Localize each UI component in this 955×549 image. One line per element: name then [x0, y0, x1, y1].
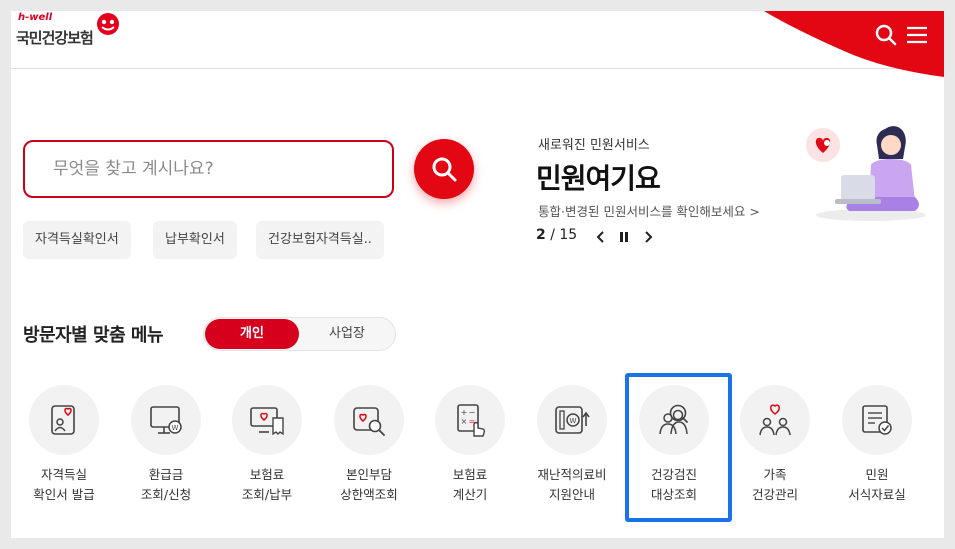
- segment-business[interactable]: 사업장: [300, 319, 394, 349]
- promo-title: 민원여기요: [536, 162, 661, 195]
- menu-icon-circle: [334, 385, 404, 455]
- svg-text:×: ×: [461, 417, 468, 426]
- header: h-well 국민건강보험: [11, 11, 944, 77]
- quick-tag-qualification[interactable]: 자격득실확인서: [23, 221, 131, 259]
- search-input[interactable]: [25, 142, 392, 196]
- quick-tag-payment[interactable]: 납부확인서: [153, 221, 237, 259]
- woman-laptop-illustration: [806, 126, 926, 221]
- search-icon[interactable]: [874, 23, 898, 47]
- pager-total: / 15: [550, 227, 578, 243]
- menu-label-line1: 환급금: [148, 467, 184, 482]
- logo-mark-icon: [97, 13, 119, 35]
- search-icon: [432, 157, 457, 182]
- logo[interactable]: h-well 국민건강보험: [16, 12, 126, 56]
- menu-label-line1: 민원: [865, 467, 889, 482]
- page-frame: h-well 국민건강보험 자격: [11, 11, 944, 538]
- menu-icon-circle: [232, 385, 302, 455]
- menu-label-line2: 건강관리: [751, 487, 798, 502]
- svg-text:−: −: [469, 408, 476, 417]
- menu-icon-circle: [842, 385, 912, 455]
- menu-label-line1: 보험료: [452, 467, 488, 482]
- pager-current: 2: [536, 227, 546, 243]
- promo-description-link[interactable]: 통합·변경된 민원서비스를 확인해보세요 >: [538, 201, 760, 220]
- menu-label: 재난적의료비 지원안내: [518, 465, 626, 505]
- visitor-menu-title: 방문자별 맞춤 메뉴: [23, 325, 164, 346]
- menu-label: 가족 건강관리: [721, 465, 829, 505]
- menu-label: 보험료 계산기: [416, 465, 524, 505]
- calculator-hand-icon: + − × =: [457, 404, 486, 437]
- menu-label-line2: 상한액조회: [340, 487, 398, 502]
- menu-item-copay-limit[interactable]: 본인부담 상한액조회: [321, 385, 417, 505]
- menu-label-line1: 재난적의료비: [537, 467, 607, 482]
- heart-search-icon: [353, 407, 385, 436]
- monitor-won-icon: W: [150, 406, 182, 434]
- computer-receipt-icon: [250, 407, 284, 436]
- menu-icon-circle: W: [131, 385, 201, 455]
- menu-label-line1: 보험료: [249, 467, 285, 482]
- menu-label-line2: 서식자료실: [848, 487, 906, 502]
- menu-item-catastrophic-medical[interactable]: W 재난적의료비 지원안내: [524, 385, 620, 505]
- won-support-icon: W: [555, 406, 590, 434]
- menu-icon-circle: + − × =: [435, 385, 505, 455]
- menu-label-line2: 계산기: [452, 487, 488, 502]
- chevron-right-icon[interactable]: [639, 227, 657, 247]
- menu-label: 자격득실 확인서 발급: [11, 465, 118, 505]
- pager: 2 / 15: [536, 227, 577, 243]
- menu-label: 보험료 조회/납부: [213, 465, 321, 505]
- menu-label: 환급금 조회/신청: [112, 465, 220, 505]
- menu-icon-circle: [29, 385, 99, 455]
- menu-item-family-health[interactable]: 가족 건강관리: [727, 385, 823, 505]
- visitor-type-toggle: 개인 사업장: [203, 317, 396, 351]
- segment-individual[interactable]: 개인: [205, 319, 299, 349]
- family-heart-icon: [759, 404, 791, 436]
- menu-label: 본인부담 상한액조회: [315, 465, 423, 505]
- chevron-left-icon[interactable]: [592, 227, 610, 247]
- hamburger-menu-icon[interactable]: [905, 23, 929, 47]
- menu-label-line2: 조회/납부: [241, 487, 293, 502]
- certificate-heart-icon: [51, 405, 75, 435]
- menu-label-line2: 확인서 발급: [33, 487, 95, 502]
- selection-highlight: [625, 373, 732, 522]
- search-button[interactable]: [414, 139, 474, 199]
- pause-icon[interactable]: [615, 227, 633, 247]
- svg-text:W: W: [172, 424, 179, 432]
- menu-label-line1: 가족: [763, 467, 787, 482]
- logo-text-top: h-well: [18, 12, 53, 23]
- menu-item-civil-forms[interactable]: 민원 서식자료실: [829, 385, 925, 505]
- menu-label: 민원 서식자료실: [823, 465, 931, 505]
- menu-icon-circle: W: [537, 385, 607, 455]
- logo-text-bottom: 국민건강보험: [16, 29, 94, 47]
- menu-label-line1: 본인부담: [345, 467, 392, 482]
- promo-subtitle: 새로워진 민원서비스: [538, 138, 650, 153]
- svg-text:W: W: [570, 417, 577, 425]
- search-box: [23, 140, 394, 198]
- menu-item-premium-calculator[interactable]: + − × = 보험료 계산기: [422, 385, 518, 505]
- menu-icon-circle: [740, 385, 810, 455]
- document-check-icon: [862, 405, 892, 435]
- quick-tag-health-insurance[interactable]: 건강보험자격득실..: [256, 221, 384, 259]
- menu-item-qualification-certificate[interactable]: 자격득실 확인서 발급: [16, 385, 112, 505]
- menu-item-premium-payment[interactable]: 보험료 조회/납부: [219, 385, 315, 505]
- menu-label-line1: 자격득실: [40, 467, 87, 482]
- svg-text:+: +: [461, 408, 468, 417]
- menu-label-line2: 조회/신청: [140, 487, 192, 502]
- menu-label-line2: 지원안내: [548, 487, 595, 502]
- menu-item-refund[interactable]: W 환급금 조회/신청: [118, 385, 214, 505]
